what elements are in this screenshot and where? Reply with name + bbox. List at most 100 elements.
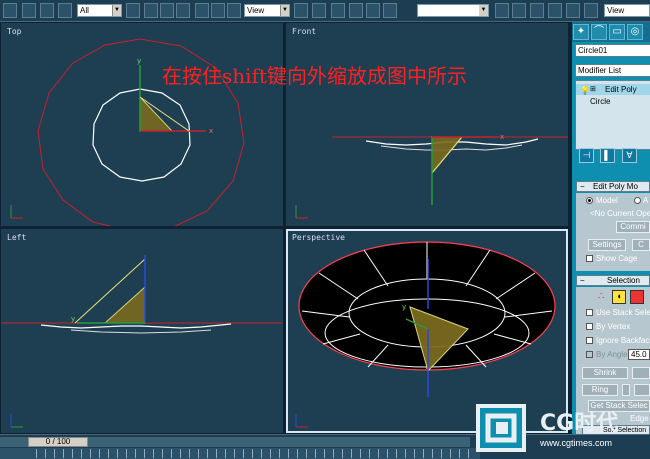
spinner-snap-icon[interactable]	[383, 3, 397, 18]
ring-button[interactable]: Ring	[582, 384, 618, 396]
collapse-icon: −	[580, 182, 585, 191]
viewport-front[interactable]: Front x	[286, 23, 568, 226]
ring-spinner[interactable]	[622, 384, 630, 396]
show-end-result-icon[interactable]: ▌	[600, 148, 615, 163]
grow-button[interactable]	[632, 367, 650, 379]
command-panel: ✦ ⌒ ▭ ◎ Circle01 Modifier List 💡 ⊞ Edit …	[572, 22, 650, 434]
modifier-list-dropdown[interactable]: Modifier List	[575, 64, 650, 77]
angle-spinner[interactable]: 45.0	[628, 349, 650, 360]
rectangular-selection-icon[interactable]	[160, 3, 174, 18]
snap-view-dropdown[interactable]: View	[604, 4, 650, 17]
lightbulb-icon[interactable]: 💡	[580, 85, 590, 96]
edit-poly-mode-rollout-header[interactable]: − Edit Poly Mo	[576, 181, 650, 192]
gizmo-plane	[139, 95, 174, 132]
align-icon[interactable]	[512, 3, 526, 18]
show-cage-checkbox[interactable]	[586, 255, 593, 262]
ring-profile-bottom	[70, 329, 212, 334]
use-stack-label: Use Stack Selec	[596, 308, 650, 317]
select-object-icon[interactable]	[126, 3, 140, 18]
motion-tab-icon[interactable]: ◎	[627, 24, 643, 40]
mirror-icon[interactable]	[495, 3, 509, 18]
settings-button[interactable]: Settings	[588, 239, 626, 251]
chevron-down-icon: ▼	[479, 5, 488, 16]
cancel-button[interactable]: C	[632, 239, 650, 251]
modify-tab-icon[interactable]: ⌒	[591, 24, 607, 40]
animate-label: A	[643, 196, 649, 205]
viewport-left[interactable]: Left y	[1, 229, 283, 433]
unlink-icon[interactable]	[40, 3, 54, 18]
edit-poly-mode-rollout: Model A <No Current Ope Commi Settings C…	[576, 193, 650, 271]
layer-manager-icon[interactable]	[530, 3, 544, 18]
y-axis-label: y	[402, 303, 406, 311]
make-unique-icon[interactable]: ∀	[622, 148, 637, 163]
animate-radio[interactable]	[634, 197, 641, 204]
commit-button[interactable]: Commi	[616, 221, 650, 233]
expand-icon[interactable]: ⊞	[590, 84, 596, 95]
stack-item-edit-poly[interactable]: 💡 ⊞ Edit Poly	[576, 84, 650, 95]
current-op-label: <No Current Ope	[590, 209, 650, 218]
bind-spacewarp-icon[interactable]	[58, 3, 72, 18]
loop-button[interactable]	[634, 384, 650, 396]
ignore-backfacing-label: Ignore Backfacin	[596, 336, 650, 345]
select-scale-icon[interactable]	[227, 3, 241, 18]
x-axis-label: x	[500, 133, 504, 141]
y-axis-label: y	[71, 315, 75, 323]
create-tab-icon[interactable]: ✦	[573, 24, 589, 40]
frame-ruler	[36, 449, 476, 458]
time-slider-thumb[interactable]: 0 / 100	[28, 437, 88, 447]
by-angle-checkbox[interactable]	[586, 351, 593, 358]
named-selection-field[interactable]: ▼	[417, 4, 489, 17]
by-vertex-checkbox[interactable]	[586, 323, 593, 330]
stack-item-circle[interactable]: Circle	[576, 96, 650, 107]
vertex-mode-icon[interactable]: ∴	[598, 291, 610, 303]
x-axis-label: x	[209, 127, 213, 135]
pivot-center-icon[interactable]	[294, 3, 308, 18]
hierarchy-tab-icon[interactable]: ▭	[609, 24, 625, 40]
window-crossing-icon[interactable]	[176, 3, 190, 18]
by-angle-label: By Angle:	[596, 350, 630, 359]
selection-rollout-header[interactable]: − Selection	[576, 275, 650, 286]
border-mode-icon[interactable]	[630, 290, 644, 304]
by-vertex-label: By Vertex	[596, 322, 631, 331]
object-name-field[interactable]: Circle01	[575, 44, 650, 57]
command-panel-tabs: ✦ ⌒ ▭ ◎	[572, 22, 650, 42]
ring-profile-top	[40, 323, 232, 329]
show-cage-label: Show Cage	[596, 254, 638, 263]
model-radio[interactable]	[586, 197, 593, 204]
chevron-down-icon: ▼	[280, 5, 289, 16]
reference-coordinate-dropdown[interactable]: View ▼	[244, 4, 290, 17]
select-rotate-icon[interactable]	[211, 3, 225, 18]
gizmo-plane	[103, 285, 146, 324]
select-by-name-icon[interactable]	[144, 3, 158, 18]
select-link-icon[interactable]	[22, 3, 36, 18]
select-manipulate-icon[interactable]	[312, 3, 326, 18]
main-toolbar: All ▼ View ▼ ▼ View	[0, 0, 650, 22]
y-axis-label: y	[137, 57, 141, 65]
stack-item-label: Edit Poly	[605, 85, 637, 94]
selection-filter-dropdown[interactable]: All ▼	[77, 4, 122, 17]
model-label: Model	[596, 196, 618, 205]
collapse-icon: −	[580, 276, 585, 285]
ignore-backfacing-checkbox[interactable]	[586, 337, 593, 344]
edge-mode-icon[interactable]: ◖	[612, 290, 626, 304]
snap-toggle-icon[interactable]	[331, 3, 345, 18]
undo-icon[interactable]	[3, 3, 17, 18]
shrink-button[interactable]: Shrink	[582, 367, 628, 379]
front-view-drawing: x	[295, 133, 568, 219]
left-view-drawing: y	[1, 255, 283, 428]
schematic-view-icon[interactable]	[566, 3, 580, 18]
watermark-url: www.cgtimes.com	[540, 438, 613, 448]
viewport-top[interactable]: Top x y	[1, 23, 283, 226]
curve-editor-icon[interactable]	[548, 3, 562, 18]
chevron-down-icon: ▼	[112, 5, 121, 16]
modifier-stack: 💡 ⊞ Edit Poly Circle	[575, 80, 650, 150]
select-move-icon[interactable]	[195, 3, 209, 18]
angle-snap-icon[interactable]	[349, 3, 363, 18]
stack-buttons: ⊣ ▌ ∀	[572, 148, 650, 168]
percent-snap-icon[interactable]	[366, 3, 380, 18]
material-editor-icon[interactable]	[584, 3, 598, 18]
stack-item-label: Circle	[590, 97, 611, 106]
viewport-area: Top x y Front x Left y Perspective y 在按住…	[0, 22, 572, 434]
use-stack-checkbox[interactable]	[586, 309, 593, 316]
pin-stack-icon[interactable]: ⊣	[579, 148, 594, 163]
